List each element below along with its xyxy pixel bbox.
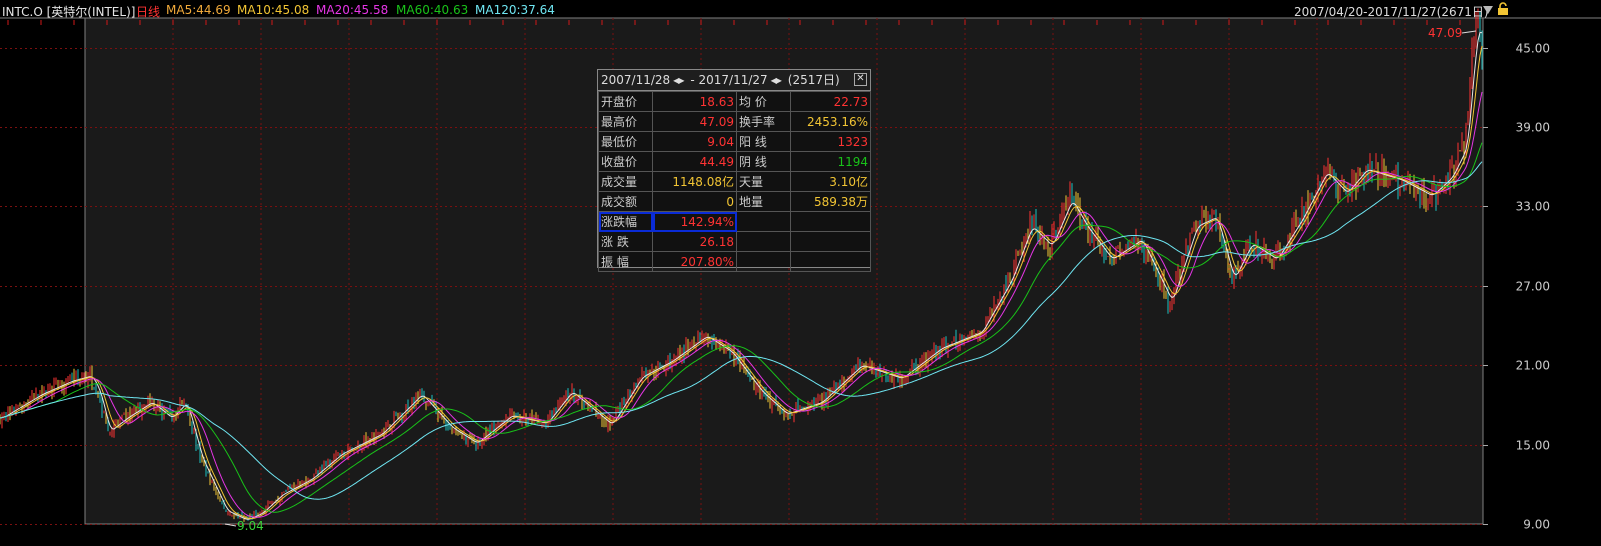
y-axis-tick-label: 9.00: [1523, 518, 1550, 532]
popup-title-bar[interactable]: 2007/11/28 ◀▶ - 2017/11/27 ◀▶ (2517日) ✕: [598, 70, 870, 91]
stats-row: 最高价 47.09 换手率 2453.16%: [598, 111, 871, 132]
stat-label: 涨跌幅: [598, 211, 653, 232]
stat-label: 地量: [736, 191, 791, 212]
stats-row: 涨跌幅 142.94%: [598, 211, 871, 232]
range-separator: -: [690, 73, 695, 87]
stat-label: 成交量: [598, 171, 653, 192]
stat-value: 142.94%: [652, 211, 737, 232]
stat-value: [790, 231, 871, 252]
max-price-label: 47.09: [1428, 26, 1462, 40]
ma20-label: MA20:45.58: [316, 3, 389, 17]
stat-label: 涨 跌: [598, 231, 653, 252]
stat-label: 收盘价: [598, 151, 653, 172]
stat-value: 0: [652, 191, 737, 212]
stat-label: 最低价: [598, 131, 653, 152]
y-axis-tick-label: 45.00: [1516, 42, 1550, 56]
stat-value: 47.09: [652, 111, 737, 132]
stats-table: 开盘价 18.63 均 价 22.73 最高价 47.09 换手率 2453.16% 最低价 9.…: [598, 91, 871, 272]
y-axis-tick-label: 21.00: [1516, 359, 1550, 373]
stat-value: 9.04: [652, 131, 737, 152]
end-date: 2017/11/27: [698, 73, 768, 87]
stat-label: 阴 线: [736, 151, 791, 172]
lock-icon[interactable]: [1497, 2, 1509, 19]
stats-row: 成交量 1148.08亿 天量 3.10亿: [598, 171, 871, 192]
stats-row: 最低价 9.04 阳 线 1323: [598, 131, 871, 152]
stat-label: 均 价: [736, 91, 791, 112]
range-stats-popup[interactable]: 2007/11/28 ◀▶ - 2017/11/27 ◀▶ (2517日) ✕ 开盘…: [597, 69, 871, 272]
stat-label: 最高价: [598, 111, 653, 132]
days-count: (2517日): [787, 73, 840, 87]
stat-value: [790, 251, 871, 272]
stat-label: 阳 线: [736, 131, 791, 152]
y-axis-tick-label: 15.00: [1516, 439, 1550, 453]
left-right-arrows-icon[interactable]: ◀▶: [673, 71, 684, 91]
left-right-arrows-icon[interactable]: ◀▶: [771, 71, 782, 91]
y-axis-tick-label: 27.00: [1516, 280, 1550, 294]
stat-value: 207.80%: [652, 251, 737, 272]
stats-row: 收盘价 44.49 阴 线 1194: [598, 151, 871, 172]
stat-value: 18.63: [652, 91, 737, 112]
stat-value: 3.10亿: [790, 171, 871, 192]
stat-value: 1323: [790, 131, 871, 152]
stat-label: 开盘价: [598, 91, 653, 112]
date-range-label: 2007/04/20-2017/11/27(2671日): [1294, 5, 1489, 19]
start-date: 2007/11/28: [601, 73, 671, 87]
stat-value: 2453.16%: [790, 111, 871, 132]
stat-label: [736, 231, 791, 252]
stat-value: 589.38万: [790, 191, 871, 212]
y-axis-tick-label: 39.00: [1516, 121, 1550, 135]
min-price-label: 9.04: [237, 519, 264, 533]
stat-value: 44.49: [652, 151, 737, 172]
chart-header: INTC.O [英特尔(INTEL)] 日线 MA5:44.69 MA10:45…: [0, 0, 1601, 20]
ma60-label: MA60:40.63: [396, 3, 469, 17]
stat-value: 1148.08亿: [652, 171, 737, 192]
y-axis-tick-label: 33.00: [1516, 200, 1550, 214]
stat-label: 天量: [736, 171, 791, 192]
stats-row: 开盘价 18.63 均 价 22.73: [598, 91, 871, 112]
stats-row: 振 幅 207.80%: [598, 251, 871, 272]
stat-label: 换手率: [736, 111, 791, 132]
triangle-down-icon[interactable]: [1482, 4, 1494, 18]
stat-label: [736, 211, 791, 232]
stat-value: 26.18: [652, 231, 737, 252]
ma120-label: MA120:37.64: [475, 3, 555, 17]
stats-row: 涨 跌 26.18: [598, 231, 871, 252]
ma10-label: MA10:45.08: [237, 3, 310, 17]
period-label[interactable]: 日线: [136, 3, 160, 20]
stat-label: 振 幅: [598, 251, 653, 272]
stat-value: 1194: [790, 151, 871, 172]
close-icon[interactable]: ✕: [854, 73, 867, 86]
stat-value: 22.73: [790, 91, 871, 112]
ma5-label: MA5:44.69: [166, 3, 231, 17]
stats-row: 成交额 0 地量 589.38万: [598, 191, 871, 212]
ticker-label: INTC.O [英特尔(INTEL)]: [2, 5, 136, 19]
stat-label: 成交额: [598, 191, 653, 212]
stat-label: [736, 251, 791, 272]
stat-value: [790, 211, 871, 232]
